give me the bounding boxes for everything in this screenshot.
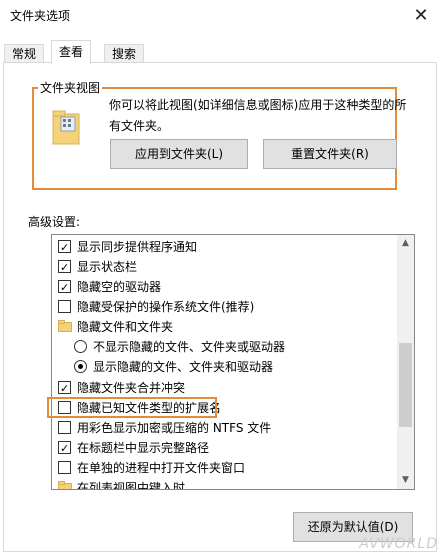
watermark: AVWORLD (359, 536, 438, 552)
list-item-label: 在标题栏中显示完整路径 (77, 441, 210, 455)
tab-view[interactable]: 查看 (51, 40, 92, 64)
list-item-label: 隐藏受保护的操作系统文件(推荐) (77, 300, 255, 314)
folder-icon (58, 481, 72, 489)
scroll-down-icon[interactable]: ▼ (397, 472, 414, 489)
checkbox-icon[interactable] (58, 379, 71, 399)
list-item-label: 在列表视图中键入时 (77, 481, 186, 490)
radio-icon[interactable] (74, 360, 87, 373)
scroll-thumb[interactable] (399, 343, 412, 427)
folder-view-description: 你可以将此视图(如详细信息或图标)应用于这种类型的所有文件夹。 (109, 98, 407, 133)
apply-to-folders-button[interactable]: 应用到文件夹(L) (110, 139, 248, 169)
list-item-label: 显示状态栏 (77, 260, 138, 274)
checkbox-icon[interactable] (58, 461, 71, 474)
list-item-label: 显示同步提供程序通知 (77, 240, 198, 254)
checkbox-icon[interactable] (58, 439, 71, 459)
folder-view-icon (52, 110, 80, 145)
checkbox-icon[interactable] (58, 278, 71, 298)
scroll-up-icon[interactable]: ▲ (397, 235, 414, 252)
radio-icon[interactable] (74, 340, 87, 353)
advanced-settings-label: 高级设置: (28, 215, 81, 229)
advanced-settings-list[interactable]: 显示同步提供程序通知显示状态栏隐藏空的驱动器隐藏受保护的操作系统文件(推荐) 隐藏… (51, 234, 415, 490)
highlight-annotation (47, 397, 217, 418)
folder-view-group-label: 文件夹视图 (38, 79, 103, 96)
list-item-label: 显示隐藏的文件、文件夹和驱动器 (93, 360, 274, 374)
window-title: 文件夹选项 (10, 9, 71, 23)
list-item-label: 在单独的进程中打开文件夹窗口 (77, 461, 246, 475)
tab-general[interactable]: 常规 (4, 44, 45, 63)
list-item-label: 不显示隐藏的文件、文件夹或驱动器 (93, 340, 286, 354)
list-item-label: 用彩色显示加密或压缩的 NTFS 文件 (77, 421, 272, 435)
checkbox-icon[interactable] (58, 258, 71, 278)
vertical-scrollbar[interactable]: ▲ ▼ (397, 235, 414, 489)
tab-search[interactable]: 搜索 (104, 44, 145, 63)
folder-icon (58, 320, 72, 332)
list-item-label: 隐藏文件和文件夹 (77, 320, 174, 334)
title-bar: 文件夹选项 ✕ (0, 0, 444, 30)
close-icon[interactable]: ✕ (398, 0, 444, 30)
list-item-label: 隐藏文件夹合并冲突 (77, 381, 186, 395)
list-item-label: 隐藏空的驱动器 (77, 280, 162, 294)
checkbox-icon[interactable] (58, 238, 71, 258)
checkbox-icon[interactable] (58, 300, 71, 313)
checkbox-icon[interactable] (58, 421, 71, 434)
reset-folders-button[interactable]: 重置文件夹(R) (263, 139, 397, 169)
tab-strip: 常规 查看 搜索 (4, 40, 440, 64)
